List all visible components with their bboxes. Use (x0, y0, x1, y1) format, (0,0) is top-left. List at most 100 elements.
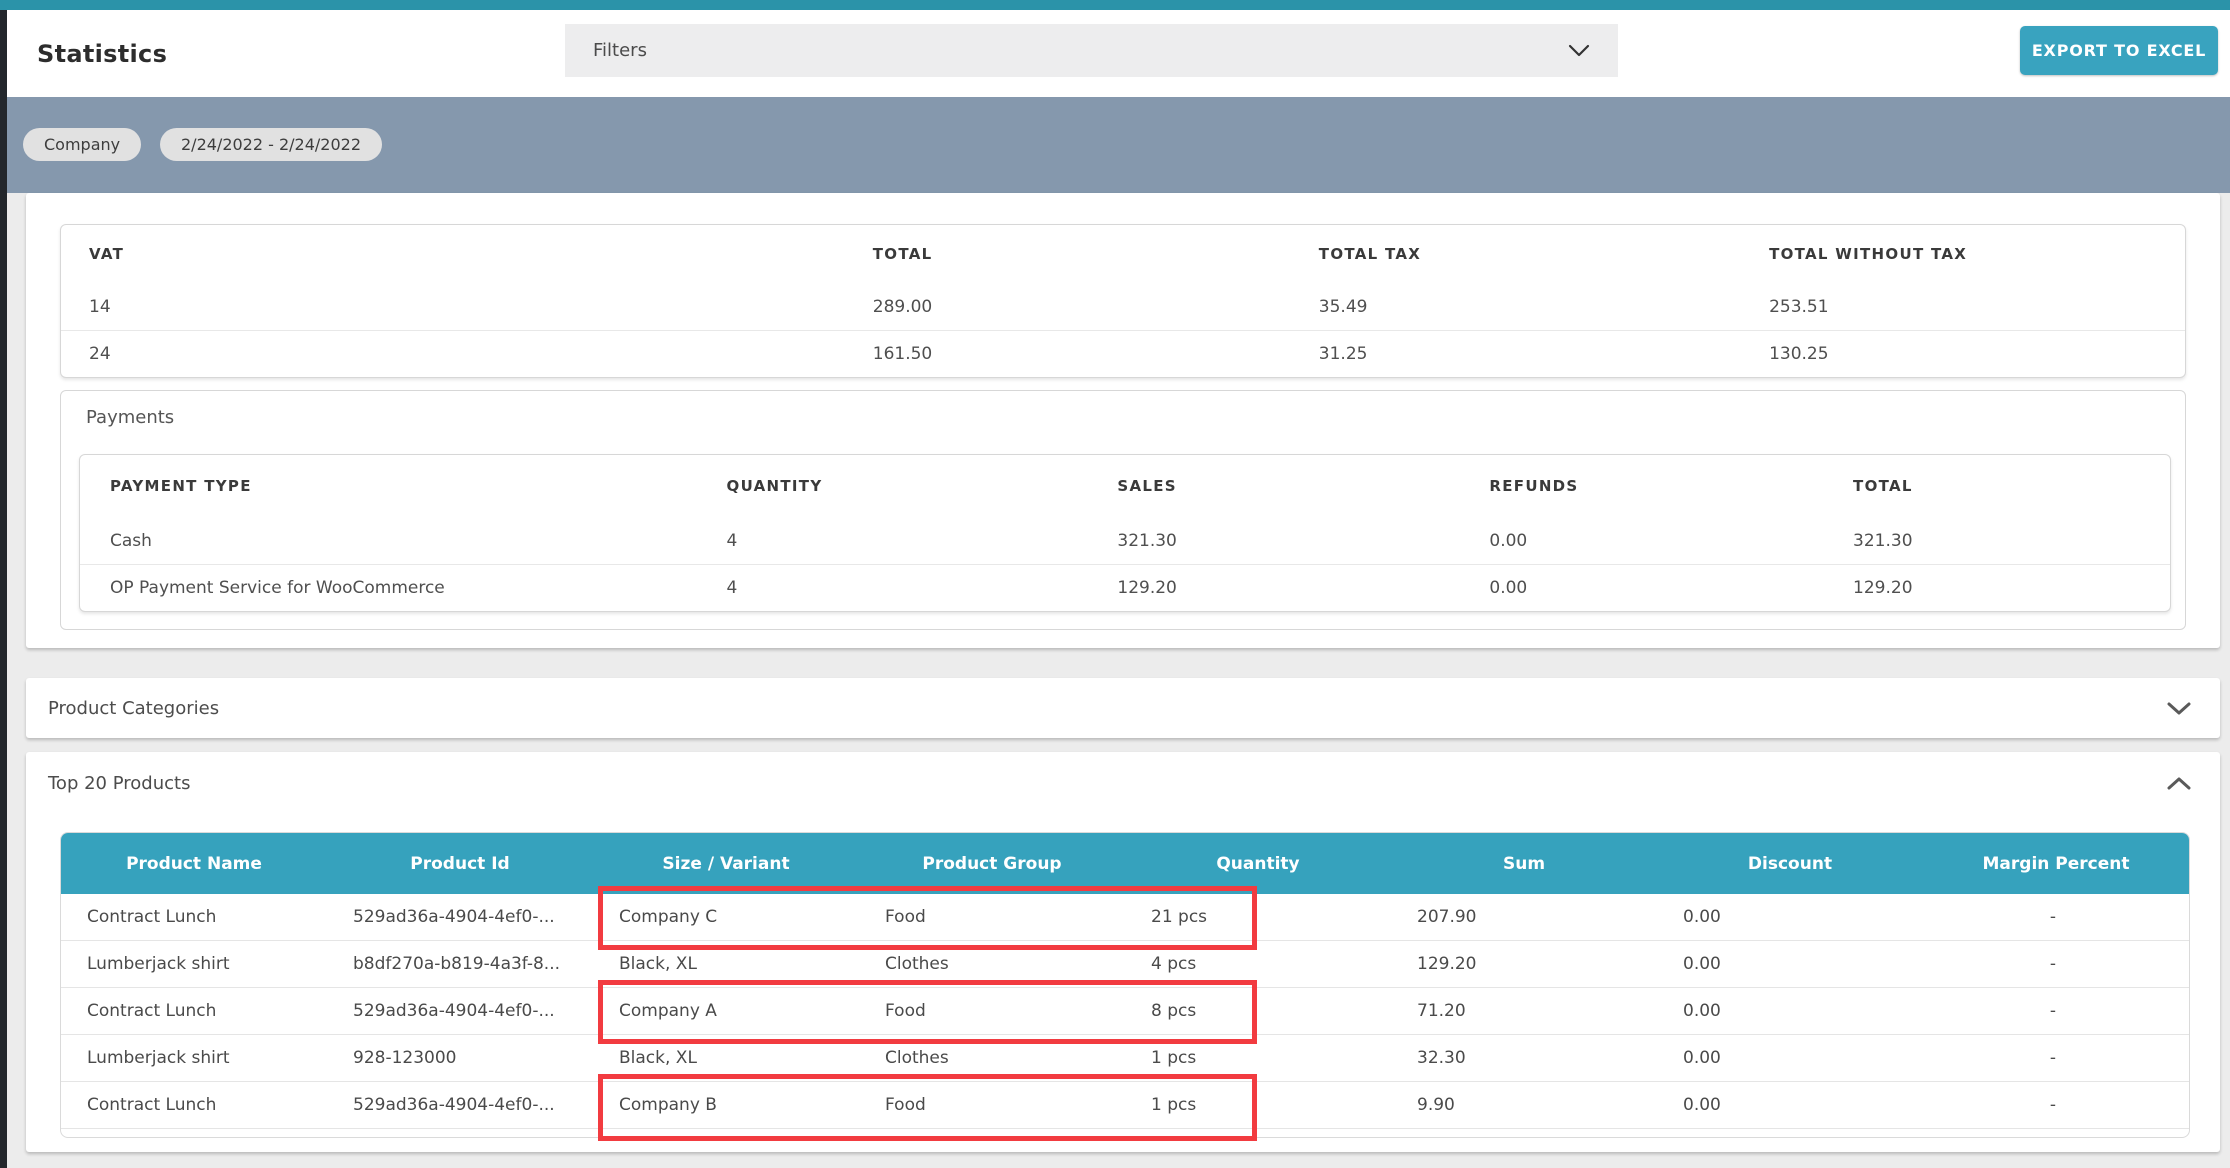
table-cell: Contract Lunch (61, 1001, 327, 1021)
filters-dropdown-label: Filters (593, 40, 647, 61)
top-products-label: Top 20 Products (48, 773, 190, 794)
column-header: VAT (61, 245, 845, 263)
content-scroll-area[interactable]: VATTOTALTOTAL TAXTOTAL WITHOUT TAX 14289… (7, 193, 2230, 1168)
table-cell: 0.00 (1657, 1048, 1923, 1068)
column-header: Product Group (859, 854, 1125, 874)
payments-panel-title: Payments (61, 391, 2185, 443)
payments-table-header-row: PAYMENT TYPEQUANTITYSALESREFUNDSTOTAL (80, 455, 2170, 517)
table-cell: 928-123000 (327, 1048, 593, 1068)
table-cell: OP Payment Service for WooCommerce (80, 578, 697, 598)
table-row: Contract Lunch529ad36a-4904-4ef0-...Comp… (61, 1082, 2189, 1129)
top-products-card: Top 20 Products Product NameProduct IdSi… (26, 752, 2220, 1152)
table-cell: - (1923, 1048, 2189, 1068)
column-header: Product Id (327, 854, 593, 874)
table-cell: 4 (697, 531, 1088, 551)
table-cell: 0.00 (1459, 531, 1823, 551)
vat-table-body: 14289.0035.49253.5124161.5031.25130.25 (61, 283, 2185, 377)
table-cell: 321.30 (1087, 531, 1459, 551)
table-row: Contract Lunch529ad36a-4904-4ef0-...Comp… (61, 988, 2189, 1035)
payments-table: PAYMENT TYPEQUANTITYSALESREFUNDSTOTAL Ca… (79, 454, 2171, 612)
table-row: 24161.5031.25130.25 (61, 330, 2185, 377)
table-cell: 8 pcs (1125, 1001, 1391, 1021)
table-row: 14289.0035.49253.51 (61, 283, 2185, 330)
table-cell: Black, XL (593, 1048, 859, 1068)
statistics-screen: Statistics Filters EXPORT TO EXCEL Compa… (0, 0, 2230, 1168)
table-cell: Contract Lunch (61, 1095, 327, 1115)
column-header: PAYMENT TYPE (80, 477, 697, 495)
table-cell: Company C (593, 907, 859, 927)
table-row: Lumberjack shirt928-123000Black, XLCloth… (61, 1035, 2189, 1082)
column-header: REFUNDS (1459, 477, 1823, 495)
table-cell: 529ad36a-4904-4ef0-... (327, 1095, 593, 1115)
table-cell: 24 (61, 344, 845, 364)
table-cell: 0.00 (1657, 1095, 1923, 1115)
table-cell: - (1923, 1001, 2189, 1021)
table-row: Cash4321.300.00321.30 (80, 517, 2170, 564)
table-cell: 0.00 (1657, 954, 1923, 974)
table-cell: Black, XL (593, 954, 859, 974)
app-header: Statistics Filters EXPORT TO EXCEL (7, 10, 2230, 97)
page-title: Statistics (37, 10, 167, 97)
table-cell: Clothes (859, 954, 1125, 974)
chevron-up-icon[interactable] (2166, 776, 2192, 791)
filter-chip[interactable]: Company (23, 128, 141, 161)
table-cell: Clothes (859, 1048, 1125, 1068)
table-cell: Cash (80, 531, 697, 551)
left-edge-strip (0, 10, 7, 1168)
table-cell: Contract Lunch (61, 907, 327, 927)
payments-table-body: Cash4321.300.00321.30OP Payment Service … (80, 517, 2170, 611)
table-cell: 130.25 (1741, 344, 2185, 364)
filter-chip-bar: Company 2/24/2022 - 2/24/2022 (7, 97, 2230, 193)
table-row: Contract Lunch529ad36a-4904-4ef0-...Comp… (61, 894, 2189, 941)
table-cell: 4 (697, 578, 1088, 598)
table-cell: 4 pcs (1125, 954, 1391, 974)
column-header: TOTAL (1823, 477, 2170, 495)
filters-dropdown[interactable]: Filters (565, 24, 1618, 77)
table-cell: 21 pcs (1125, 907, 1391, 927)
table-cell: - (1923, 1095, 2189, 1115)
table-cell: 0.00 (1459, 578, 1823, 598)
column-header: SALES (1087, 477, 1459, 495)
filter-chip[interactable]: 2/24/2022 - 2/24/2022 (160, 128, 382, 161)
table-cell: - (1923, 954, 2189, 974)
table-cell: - (1923, 907, 2189, 927)
table-cell: 0.00 (1657, 1001, 1923, 1021)
payments-panel: Payments PAYMENT TYPEQUANTITYSALESREFUND… (60, 390, 2186, 630)
table-cell: Company A (593, 1001, 859, 1021)
table-cell: 1 pcs (1125, 1048, 1391, 1068)
column-header: Margin Percent (1923, 854, 2189, 874)
vat-table-header-row: VATTOTALTOTAL TAXTOTAL WITHOUT TAX (61, 225, 2185, 283)
chevron-down-icon[interactable] (2166, 701, 2192, 716)
vat-table: VATTOTALTOTAL TAXTOTAL WITHOUT TAX 14289… (60, 224, 2186, 378)
top-products-section-header[interactable]: Top 20 Products (26, 752, 2220, 814)
table-cell: 35.49 (1291, 297, 1741, 317)
table-cell: 32.30 (1391, 1048, 1657, 1068)
table-cell: 0.00 (1657, 907, 1923, 927)
top-products-body: Contract Lunch529ad36a-4904-4ef0-...Comp… (61, 894, 2189, 1129)
column-header: TOTAL (845, 245, 1291, 263)
column-header: Product Name (61, 854, 327, 874)
table-cell: Company B (593, 1095, 859, 1115)
chevron-down-icon[interactable] (1568, 44, 1590, 57)
table-cell: Food (859, 1095, 1125, 1115)
column-header: Sum (1391, 854, 1657, 874)
export-to-excel-button[interactable]: EXPORT TO EXCEL (2020, 26, 2218, 75)
table-cell: Food (859, 907, 1125, 927)
table-cell: 129.20 (1087, 578, 1459, 598)
column-header: TOTAL TAX (1291, 245, 1741, 263)
column-header: TOTAL WITHOUT TAX (1741, 245, 2185, 263)
table-cell: 129.20 (1391, 954, 1657, 974)
product-categories-label: Product Categories (48, 698, 219, 719)
table-cell: 161.50 (845, 344, 1291, 364)
top-products-header-row: Product NameProduct IdSize / VariantProd… (61, 833, 2189, 894)
table-cell: 529ad36a-4904-4ef0-... (327, 907, 593, 927)
table-cell: 321.30 (1823, 531, 2170, 551)
table-cell: 14 (61, 297, 845, 317)
table-cell: b8df270a-b819-4a3f-8... (327, 954, 593, 974)
column-header: Discount (1657, 854, 1923, 874)
table-cell: 207.90 (1391, 907, 1657, 927)
table-cell: 9.90 (1391, 1095, 1657, 1115)
product-categories-section-header[interactable]: Product Categories (26, 678, 2220, 738)
table-row: Lumberjack shirtb8df270a-b819-4a3f-8...B… (61, 941, 2189, 988)
table-cell: 289.00 (845, 297, 1291, 317)
